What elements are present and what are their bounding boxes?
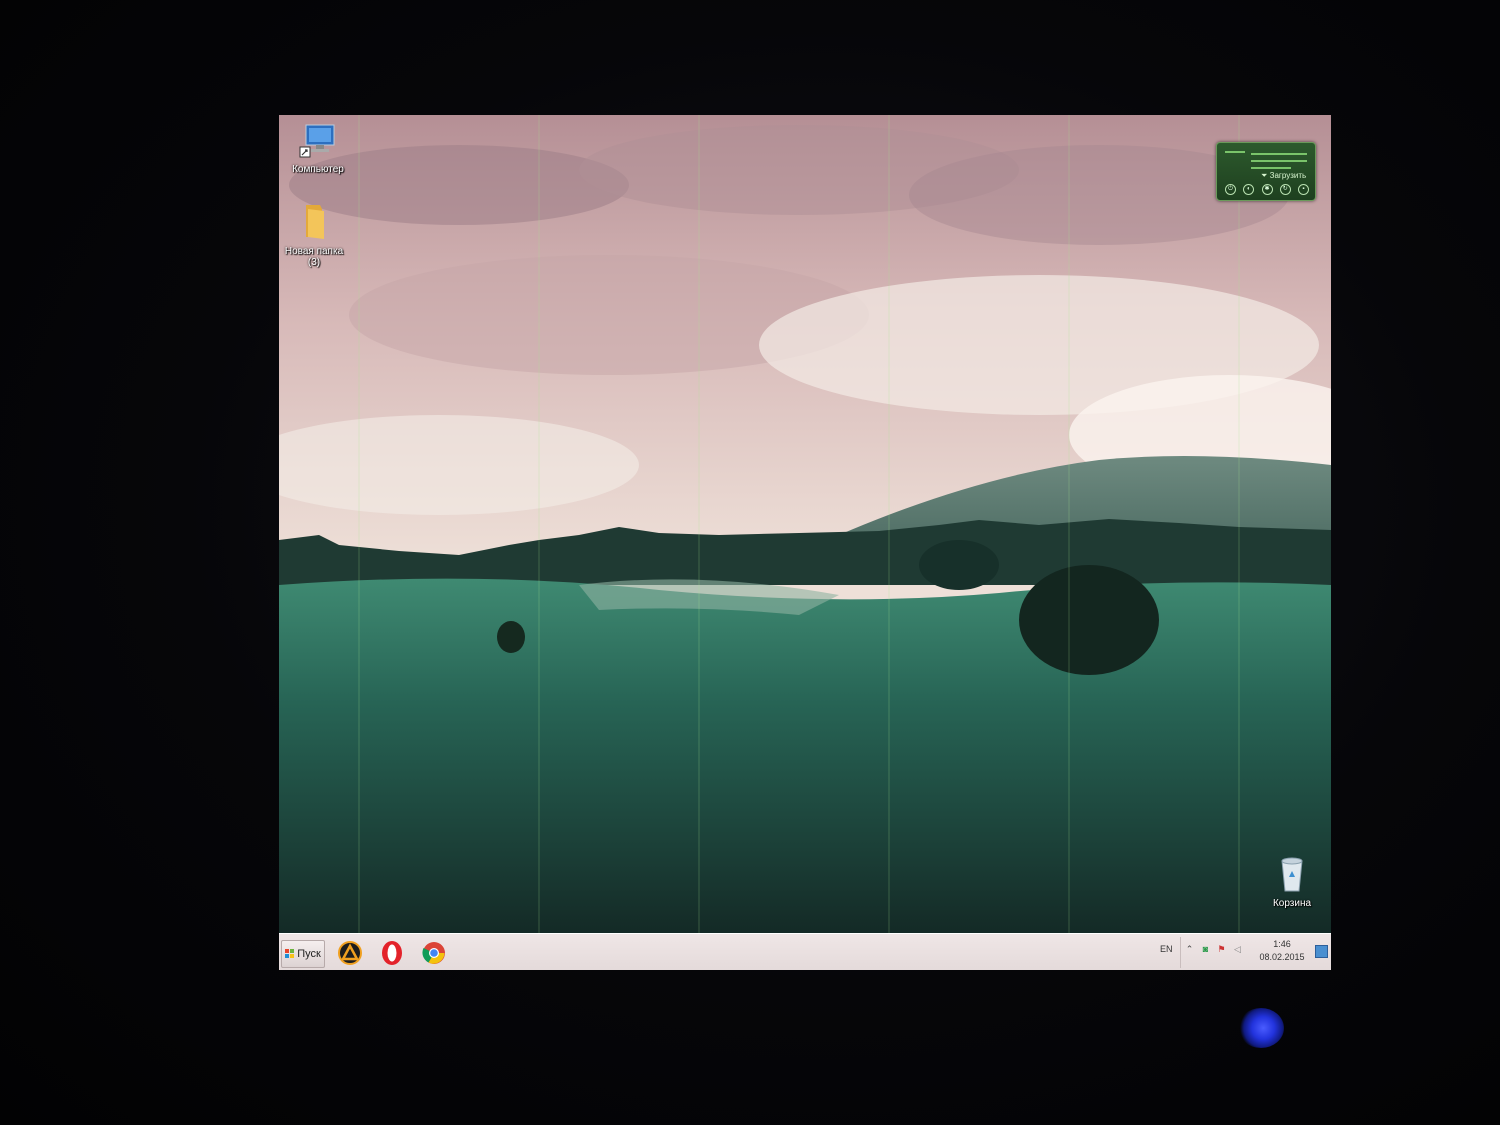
gadget-meter-line (1251, 167, 1291, 169)
gadget-meter-line (1225, 151, 1245, 153)
start-button[interactable]: Пуск (281, 940, 325, 968)
taskbar-app-chrome[interactable] (421, 940, 447, 966)
desktop-icon-sublabel: (3) (307, 257, 321, 268)
windows-logo-icon (285, 949, 295, 959)
taskbar-app-aimp[interactable] (337, 940, 363, 966)
expand-tray-icon[interactable]: ⌃ (1184, 944, 1195, 955)
power-led (1238, 1008, 1284, 1048)
clock-time: 1:46 (1273, 939, 1291, 949)
volume-icon[interactable]: ◁ (1232, 944, 1243, 955)
desktop-icon-label: Новая папка (284, 246, 344, 257)
desktop-icon-recycle-bin[interactable]: Корзина (1257, 855, 1327, 909)
taskbar: Пуск EN ⌃ ◙ ⚑ ◁ 1:46 08.02.2015 (279, 933, 1331, 970)
desktop-gadget[interactable]: ⏷ Загрузить ⏻ ◐ ✱ ↻ ▪ (1216, 142, 1316, 201)
desktop-wallpaper (279, 115, 1331, 933)
opera-icon (382, 941, 402, 965)
network-icon[interactable]: ◙ (1200, 944, 1211, 955)
desktop-icon-label: Корзина (1272, 898, 1312, 909)
language-indicator[interactable]: EN (1160, 944, 1173, 954)
tray-divider (1180, 937, 1181, 968)
gadget-meter-line (1251, 153, 1307, 155)
taskbar-app-opera[interactable] (379, 940, 405, 966)
show-desktop-button[interactable] (1315, 945, 1328, 958)
desktop-icon-new-folder[interactable]: Новая папка (3) (279, 201, 349, 268)
lock-icon[interactable]: ▪ (1298, 184, 1309, 195)
desktop-screen: Компьютер Новая папка (3) Корзина ⏷ Загр… (279, 115, 1331, 970)
folder-icon (296, 205, 332, 245)
sleep-icon[interactable]: ◐ (1243, 184, 1255, 195)
restart-icon[interactable]: ↻ (1279, 184, 1291, 195)
power-icon[interactable]: ⏻ (1225, 184, 1236, 195)
aimp-icon (338, 941, 362, 965)
system-tray: ⌃ ◙ ⚑ ◁ (1184, 944, 1243, 955)
flag-icon[interactable]: ⚑ (1216, 944, 1227, 955)
gadget-buttons: ⏻ ◐ ✱ ↻ ▪ (1225, 184, 1309, 195)
chrome-icon (422, 942, 445, 964)
desktop-icon-label: Компьютер (292, 164, 344, 175)
start-label: Пуск (297, 948, 321, 960)
desktop-icon-computer[interactable]: Компьютер (283, 123, 353, 175)
chevron-down-icon: ⏷ (1261, 171, 1268, 180)
taskbar-clock[interactable]: 1:46 08.02.2015 (1254, 938, 1310, 964)
gadget-load-label[interactable]: ⏷ Загрузить (1261, 171, 1306, 181)
clock-date: 08.02.2015 (1259, 952, 1305, 962)
computer-icon (298, 124, 338, 163)
settings-icon[interactable]: ✱ (1261, 184, 1273, 195)
recycle-bin-icon (1277, 857, 1307, 897)
gadget-meter-line (1251, 160, 1307, 162)
